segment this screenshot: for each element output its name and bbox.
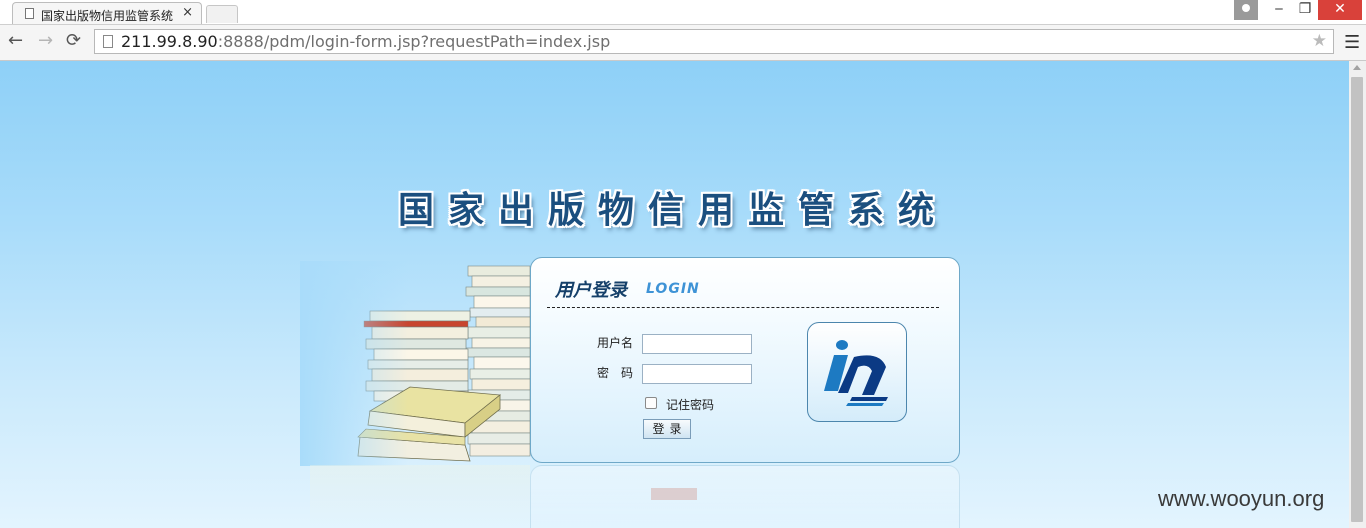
menu-icon[interactable]: ☰: [1344, 32, 1360, 53]
system-title: 国家出版物信用监管系统: [398, 190, 949, 231]
url-path: :8888/pdm/login-form.jsp?requestPath=ind…: [217, 32, 611, 51]
page-icon: [103, 35, 113, 48]
remember-label: 记住密码: [666, 398, 715, 412]
back-icon[interactable]: ←: [8, 31, 23, 51]
scroll-thumb[interactable]: [1351, 77, 1363, 522]
restore-icon[interactable]: ❐: [1292, 0, 1318, 20]
password-label: 密 码: [597, 366, 634, 380]
books-illustration: [300, 261, 540, 466]
tab-close-icon[interactable]: ×: [182, 5, 193, 20]
login-divider: [547, 307, 939, 308]
bookmark-star-icon[interactable]: ★: [1312, 31, 1327, 51]
system-logo: [807, 322, 907, 422]
password-input[interactable]: [642, 364, 752, 384]
login-panel: 用户登录 LOGIN 用户名 密 码 记住密码 登录: [530, 257, 960, 463]
vertical-scrollbar[interactable]: [1349, 61, 1366, 528]
address-bar[interactable]: 211.99.8.90:8888/pdm/login-form.jsp?requ…: [94, 29, 1334, 54]
browser-tab[interactable]: 国家出版物信用监管系统 ×: [12, 2, 202, 24]
tab-title: 国家出版物信用监管系统: [41, 9, 174, 23]
page-icon: [25, 8, 34, 19]
url-text[interactable]: 211.99.8.90:8888/pdm/login-form.jsp?requ…: [121, 32, 610, 51]
remember-checkbox[interactable]: [645, 397, 657, 409]
books-reflection: [310, 465, 530, 528]
tab-strip: 国家出版物信用监管系统 × ‒ ❐ ✕: [0, 0, 1366, 25]
login-button[interactable]: 登录: [643, 419, 691, 439]
watermark: www.wooyun.org: [1158, 486, 1325, 511]
new-tab-button[interactable]: [206, 5, 238, 23]
minimize-icon[interactable]: ‒: [1266, 0, 1292, 20]
username-label: 用户名: [597, 336, 634, 350]
close-icon[interactable]: ✕: [1318, 0, 1362, 20]
button-reflection: [651, 488, 697, 500]
logo-icon: [824, 340, 888, 406]
login-subtitle: LOGIN: [646, 281, 700, 297]
browser-toolbar: ← → ⟳ 211.99.8.90:8888/pdm/login-form.js…: [0, 25, 1366, 61]
username-input[interactable]: [642, 334, 752, 354]
login-panel-reflection: [530, 465, 960, 528]
user-profile-icon[interactable]: [1234, 0, 1258, 20]
page-viewport: 国家出版物信用监管系统 用户登录 LOGIN 用户名 密 码 记住密码 登录 w…: [0, 61, 1349, 528]
url-host: 211.99.8.90: [121, 32, 218, 51]
login-title: 用户登录: [555, 280, 627, 301]
reload-icon[interactable]: ⟳: [66, 31, 81, 51]
forward-icon[interactable]: →: [38, 31, 53, 51]
scroll-up-icon[interactable]: [1353, 65, 1361, 70]
